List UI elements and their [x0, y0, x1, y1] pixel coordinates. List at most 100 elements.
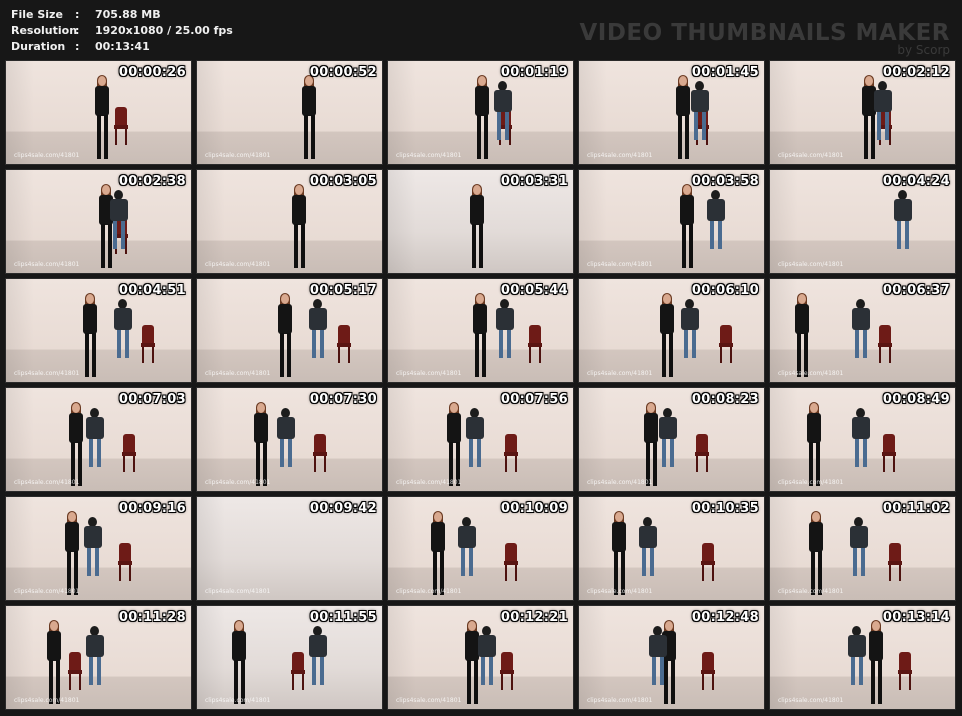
clip-watermark: clips4sale.com/41801 — [14, 370, 80, 377]
chair — [291, 652, 305, 690]
timestamp-label: 00:00:52 — [309, 65, 377, 80]
timestamp-label: 00:10:35 — [691, 501, 759, 516]
chair — [701, 652, 715, 690]
thumbnail-frame[interactable]: 00:03:58 clips4sale.com/41801 — [578, 169, 765, 274]
thumbnail-frame[interactable]: 00:02:12 clips4sale.com/41801 — [769, 60, 956, 165]
thumbnail-frame[interactable]: 00:11:02 clips4sale.com/41801 — [769, 496, 956, 601]
clip-watermark: clips4sale.com/41801 — [396, 370, 462, 377]
brand-title: VIDEO THUMBNAILS MAKER — [579, 20, 950, 46]
thumbnail-frame[interactable]: 00:12:48 clips4sale.com/41801 — [578, 605, 765, 710]
timestamp-label: 00:08:23 — [691, 392, 759, 407]
timestamp-label: 00:06:10 — [691, 283, 759, 298]
thumbnail-frame[interactable]: 00:03:31 — [387, 169, 574, 274]
thumbnail-frame[interactable]: 00:11:28 clips4sale.com/41801 — [5, 605, 192, 710]
thumbnail-frame[interactable]: 00:07:03 clips4sale.com/41801 — [5, 387, 192, 492]
thumbnail-frame[interactable]: 00:05:17 clips4sale.com/41801 — [196, 278, 383, 383]
thumbnail-frame[interactable]: 00:03:05 clips4sale.com/41801 — [196, 169, 383, 274]
clip-watermark: clips4sale.com/41801 — [14, 697, 80, 704]
chair — [504, 434, 518, 472]
clip-watermark: clips4sale.com/41801 — [205, 479, 271, 486]
timestamp-label: 00:05:44 — [500, 283, 568, 298]
timestamp-label: 00:02:12 — [882, 65, 950, 80]
thumbnail-frame[interactable]: 00:08:49 clips4sale.com/41801 — [769, 387, 956, 492]
thumbnail-frame[interactable]: 00:04:24 clips4sale.com/41801 — [769, 169, 956, 274]
thumbnail-grid: 00:00:26 clips4sale.com/41801 00:00:52 clip… — [5, 60, 956, 710]
timestamp-label: 00:06:37 — [882, 283, 950, 298]
clip-watermark: clips4sale.com/41801 — [396, 588, 462, 595]
timestamp-label: 00:12:48 — [691, 610, 759, 625]
thumbnail-frame[interactable]: 00:10:35 clips4sale.com/41801 — [578, 496, 765, 601]
thumbnail-frame[interactable]: 00:00:52 clips4sale.com/41801 — [196, 60, 383, 165]
timestamp-label: 00:13:14 — [882, 610, 950, 625]
timestamp-label: 00:07:03 — [118, 392, 186, 407]
brand-watermark: VIDEO THUMBNAILS MAKER by Scorp — [579, 20, 950, 56]
chair — [118, 543, 132, 581]
chair — [701, 543, 715, 581]
thumbnail-frame[interactable]: 00:06:37 clips4sale.com/41801 — [769, 278, 956, 383]
thumbnail-frame[interactable]: 00:05:44 clips4sale.com/41801 — [387, 278, 574, 383]
thumbnail-frame[interactable]: 00:02:38 clips4sale.com/41801 — [5, 169, 192, 274]
chair — [528, 325, 542, 363]
thumbnail-frame[interactable]: 00:09:16 clips4sale.com/41801 — [5, 496, 192, 601]
clip-watermark: clips4sale.com/41801 — [14, 152, 80, 159]
chair — [500, 652, 514, 690]
timestamp-label: 00:12:21 — [500, 610, 568, 625]
chair — [719, 325, 733, 363]
clip-watermark: clips4sale.com/41801 — [205, 152, 271, 159]
chair — [68, 652, 82, 690]
thumbnail-frame[interactable]: 00:01:45 clips4sale.com/41801 — [578, 60, 765, 165]
clip-watermark: clips4sale.com/41801 — [778, 370, 844, 377]
chair — [141, 325, 155, 363]
timestamp-label: 00:01:45 — [691, 65, 759, 80]
chair — [695, 434, 709, 472]
thumbnail-frame[interactable]: 00:11:55 clips4sale.com/41801 — [196, 605, 383, 710]
timestamp-label: 00:05:17 — [309, 283, 377, 298]
timestamp-label: 00:11:55 — [309, 610, 377, 625]
clip-watermark: clips4sale.com/41801 — [587, 697, 653, 704]
thumbnail-frame[interactable]: 00:01:19 clips4sale.com/41801 — [387, 60, 574, 165]
thumbnail-frame[interactable]: 00:08:23 clips4sale.com/41801 — [578, 387, 765, 492]
resolution-row: Resolution : 1920x1080 / 25.00 fps — [11, 23, 233, 39]
resolution-label: Resolution — [11, 24, 78, 37]
thumbnail-frame[interactable]: 00:06:10 clips4sale.com/41801 — [578, 278, 765, 383]
thumbnail-frame[interactable]: 00:09:42 clips4sale.com/41801 — [196, 496, 383, 601]
clip-watermark: clips4sale.com/41801 — [778, 697, 844, 704]
duration-separator: : — [75, 40, 80, 53]
clip-watermark: clips4sale.com/41801 — [14, 588, 80, 595]
thumbnail-frame[interactable]: 00:12:21 clips4sale.com/41801 — [387, 605, 574, 710]
clip-watermark: clips4sale.com/41801 — [14, 261, 80, 268]
chair — [878, 325, 892, 363]
timestamp-label: 00:09:16 — [118, 501, 186, 516]
resolution-separator: : — [75, 24, 80, 37]
timestamp-label: 00:02:38 — [118, 174, 186, 189]
clip-watermark: clips4sale.com/41801 — [587, 261, 653, 268]
chair — [114, 107, 128, 145]
file-info-panel: File Size : 705.88 MB Resolution : 1920x… — [11, 7, 233, 55]
thumbnail-frame[interactable]: 00:00:26 clips4sale.com/41801 — [5, 60, 192, 165]
timestamp-label: 00:07:30 — [309, 392, 377, 407]
clip-watermark: clips4sale.com/41801 — [396, 479, 462, 486]
timestamp-label: 00:08:49 — [882, 392, 950, 407]
clip-watermark: clips4sale.com/41801 — [778, 479, 844, 486]
clip-watermark: clips4sale.com/41801 — [587, 588, 653, 595]
resolution-value: 1920x1080 / 25.00 fps — [95, 24, 233, 37]
file-size-row: File Size : 705.88 MB — [11, 7, 233, 23]
chair — [504, 543, 518, 581]
clip-watermark: clips4sale.com/41801 — [205, 370, 271, 377]
timestamp-label: 00:11:28 — [118, 610, 186, 625]
timestamp-label: 00:09:42 — [309, 501, 377, 516]
thumbnail-frame[interactable]: 00:07:30 clips4sale.com/41801 — [196, 387, 383, 492]
clip-watermark: clips4sale.com/41801 — [14, 479, 80, 486]
thumbnail-frame[interactable]: 00:13:14 clips4sale.com/41801 — [769, 605, 956, 710]
clip-watermark: clips4sale.com/41801 — [396, 697, 462, 704]
duration-row: Duration : 00:13:41 — [11, 39, 233, 55]
timestamp-label: 00:11:02 — [882, 501, 950, 516]
chair — [888, 543, 902, 581]
thumbnail-frame[interactable]: 00:04:51 clips4sale.com/41801 — [5, 278, 192, 383]
thumbnail-frame[interactable]: 00:10:09 clips4sale.com/41801 — [387, 496, 574, 601]
timestamp-label: 00:00:26 — [118, 65, 186, 80]
thumbnail-frame[interactable]: 00:07:56 clips4sale.com/41801 — [387, 387, 574, 492]
file-size-value: 705.88 MB — [95, 8, 161, 21]
chair — [337, 325, 351, 363]
timestamp-label: 00:03:31 — [500, 174, 568, 189]
